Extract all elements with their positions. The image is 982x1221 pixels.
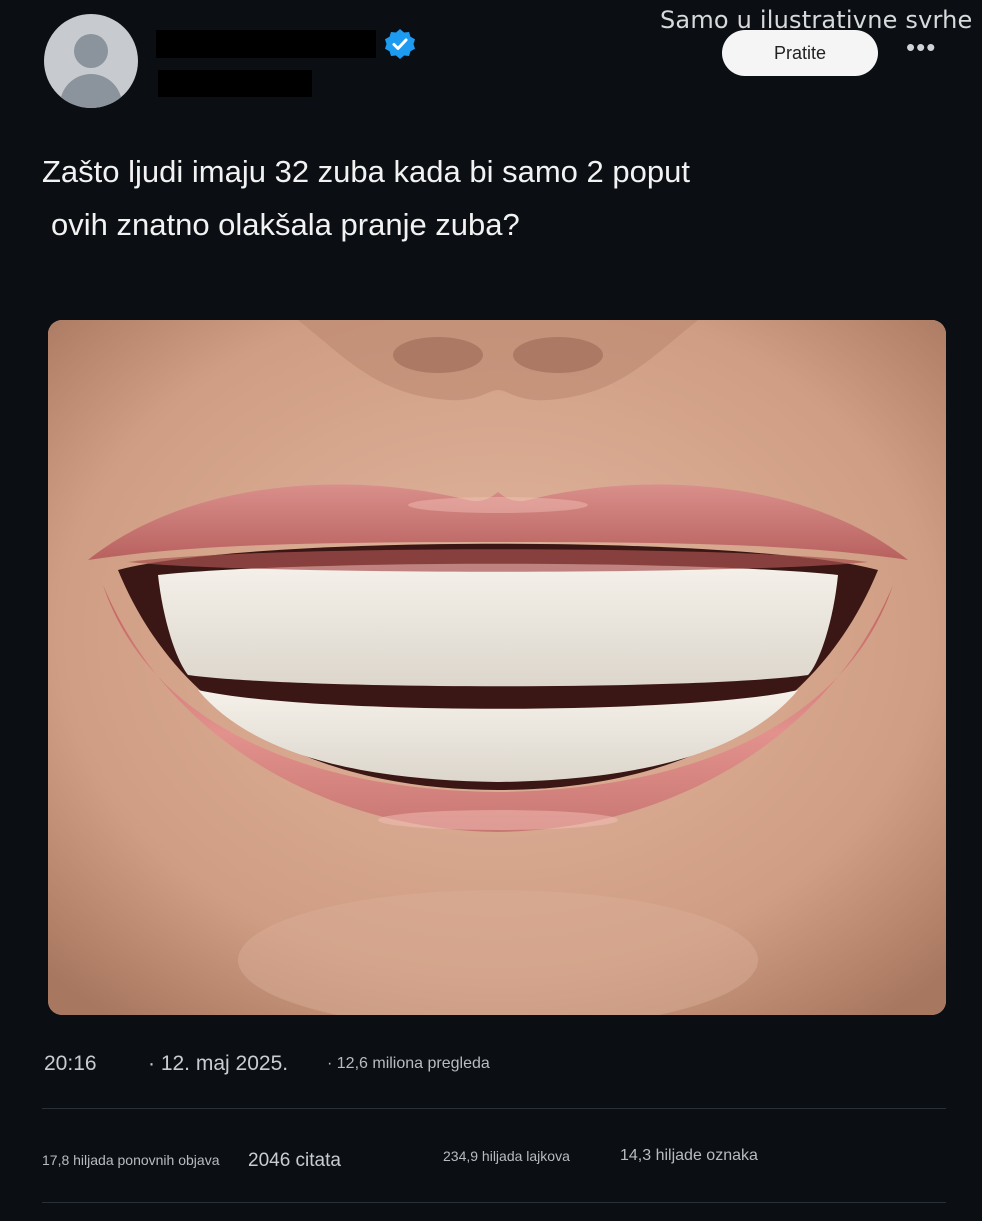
more-options-icon[interactable]: ••• (906, 32, 936, 63)
redacted-display-name (156, 30, 376, 58)
divider (42, 1108, 946, 1109)
avatar[interactable] (44, 14, 138, 108)
redacted-username (158, 70, 312, 97)
likes-count[interactable]: 234,9 hiljada lajkova (443, 1148, 570, 1164)
post-text: Zašto ljudi imaju 32 zuba kada bi samo 2… (42, 145, 802, 251)
post-text-line-2: ovih znatno olakšala pranje zuba? (51, 207, 520, 242)
bookmarks-count[interactable]: 14,3 hiljade oznaka (620, 1147, 758, 1165)
quotes-count[interactable]: 2046 citata (248, 1150, 341, 1172)
view-count: · 12,6 miliona pregleda (327, 1055, 490, 1072)
reposts-count[interactable]: 17,8 hiljada ponovnih objava (42, 1152, 219, 1168)
post-date[interactable]: · 12. maj 2025. (148, 1052, 288, 1076)
post-image[interactable] (48, 320, 946, 1015)
divider (42, 1202, 946, 1203)
post-text-line-1: Zašto ljudi imaju 32 zuba kada bi samo 2… (42, 154, 690, 189)
post-time[interactable]: 20:16 (44, 1052, 97, 1076)
default-avatar-icon (74, 34, 108, 68)
smile-photo (48, 320, 946, 1015)
follow-button[interactable]: Pratite (722, 30, 878, 76)
verified-badge-icon (385, 29, 415, 59)
